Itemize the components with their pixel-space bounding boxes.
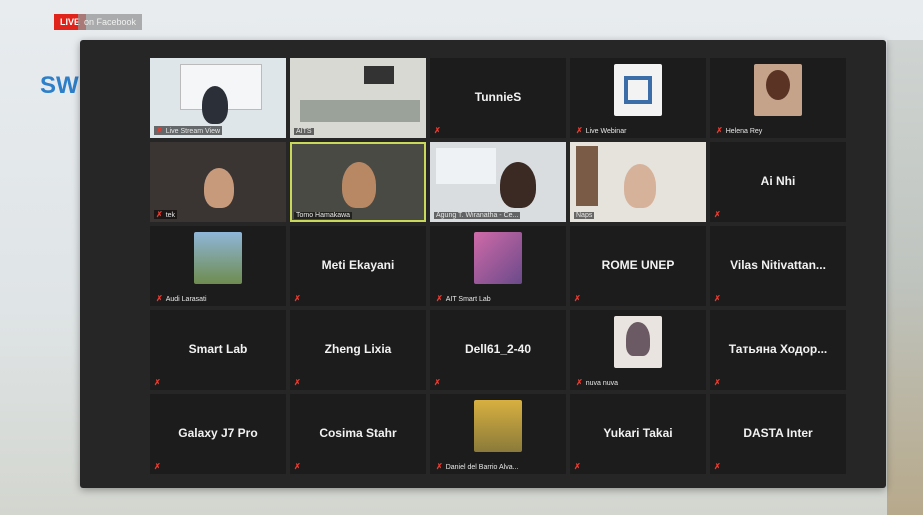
mic-muted-icon: ✗ <box>576 378 583 387</box>
participant-tile[interactable]: Galaxy J7 Pro ✗ <box>150 394 286 474</box>
mic-muted-icon: ✗ <box>716 126 723 135</box>
participant-label: ✗ Live Webinar <box>576 126 627 135</box>
mic-muted-icon: ✗ <box>714 210 721 219</box>
participant-tile[interactable]: DASTA Inter ✗ <box>710 394 846 474</box>
participant-label: ✗ tek <box>154 210 178 219</box>
participant-name: Татьяна Ходор... <box>728 342 828 356</box>
mic-muted-icon: ✗ <box>294 462 301 471</box>
mic-muted-icon: ✗ <box>154 462 161 471</box>
avatar <box>474 232 522 284</box>
avatar <box>194 232 242 284</box>
video-feed <box>290 142 426 222</box>
participant-tile[interactable]: Vilas Nitivattan... ✗ <box>710 226 846 306</box>
participant-name: Cosima Stahr <box>319 426 397 440</box>
mic-muted-icon: ✗ <box>154 378 161 387</box>
mic-muted-icon: ✗ <box>574 294 581 303</box>
mic-muted-icon: ✗ <box>294 378 301 387</box>
participant-tile[interactable]: ✗ Helena Rey <box>710 58 846 138</box>
participant-name: Meti Ekayani <box>321 258 395 272</box>
participant-tile[interactable]: AITS <box>290 58 426 138</box>
participant-label: ✗ Live Stream View <box>154 126 223 135</box>
video-feed <box>290 58 426 138</box>
participant-label: ✗ Audi Larasati <box>156 294 207 303</box>
participant-tile[interactable]: Cosima Stahr ✗ <box>290 394 426 474</box>
participant-name: DASTA Inter <box>743 426 813 440</box>
avatar <box>754 64 802 116</box>
participant-name: Vilas Nitivattan... <box>730 258 826 272</box>
mic-muted-icon: ✗ <box>714 378 721 387</box>
participant-label: Tomo Hamakawa <box>294 212 353 219</box>
participant-label: ✗ AIT Smart Lab <box>436 294 491 303</box>
participant-name: Dell61_2-40 <box>464 342 532 356</box>
participant-name: Galaxy J7 Pro <box>178 426 258 440</box>
avatar <box>474 400 522 452</box>
mic-muted-icon: ✗ <box>156 126 163 135</box>
mic-muted-icon: ✗ <box>294 294 301 303</box>
participant-tile[interactable]: Zheng Lixia ✗ <box>290 310 426 390</box>
mic-muted-icon: ✗ <box>436 462 443 471</box>
participant-tile[interactable]: Ai Nhi ✗ <box>710 142 846 222</box>
participant-grid: ✗ Live Stream View AITS TunnieS ✗ ✗ Live W… <box>148 56 848 476</box>
participant-tile[interactable]: Naps <box>570 142 706 222</box>
avatar <box>614 64 662 116</box>
platform-badge: on Facebook <box>78 14 143 30</box>
participant-tile[interactable]: ✗ Audi Larasati <box>150 226 286 306</box>
participant-tile[interactable]: ✗ nuva nuva <box>570 310 706 390</box>
participant-tile[interactable]: ✗ Live Webinar <box>570 58 706 138</box>
participant-tile[interactable]: Smart Lab ✗ <box>150 310 286 390</box>
participant-tile[interactable]: ✗ AIT Smart Lab <box>430 226 566 306</box>
participant-tile[interactable]: Tomo Hamakawa <box>290 142 426 222</box>
mic-muted-icon: ✗ <box>436 294 443 303</box>
video-feed <box>570 142 706 222</box>
participant-name: Smart Lab <box>188 342 248 356</box>
participant-tile[interactable]: ✗ tek <box>150 142 286 222</box>
mic-muted-icon: ✗ <box>714 294 721 303</box>
mic-muted-icon: ✗ <box>576 126 583 135</box>
mic-muted-icon: ✗ <box>156 210 163 219</box>
background-scene <box>887 40 923 515</box>
participant-label: ✗ Daniel del Barrio Alva... <box>436 462 519 471</box>
mic-muted-icon: ✗ <box>434 378 441 387</box>
avatar <box>614 316 662 368</box>
participant-label: ✗ Helena Rey <box>716 126 763 135</box>
participant-name: TunnieS <box>474 90 522 104</box>
participant-tile[interactable]: ✗ Daniel del Barrio Alva... <box>430 394 566 474</box>
participant-tile[interactable]: Yukari Takai ✗ <box>570 394 706 474</box>
video-feed <box>430 142 566 222</box>
mic-muted-icon: ✗ <box>434 126 441 135</box>
participant-label: AITS <box>294 128 314 135</box>
participant-name: ROME UNEP <box>601 258 675 272</box>
participant-tile[interactable]: Meti Ekayani ✗ <box>290 226 426 306</box>
participant-name: Zheng Lixia <box>324 342 392 356</box>
participant-tile[interactable]: Татьяна Ходор... ✗ <box>710 310 846 390</box>
participant-label: ✗ nuva nuva <box>576 378 619 387</box>
participant-tile[interactable]: Dell61_2-40 ✗ <box>430 310 566 390</box>
mic-muted-icon: ✗ <box>574 462 581 471</box>
participant-name: Ai Nhi <box>760 174 796 188</box>
mic-muted-icon: ✗ <box>714 462 721 471</box>
meeting-screen: ✗ Live Stream View AITS TunnieS ✗ ✗ Live W… <box>80 40 886 488</box>
participant-tile[interactable]: Agung T. Wiranatha - Ce... <box>430 142 566 222</box>
background-logo: SW <box>40 72 79 99</box>
mic-muted-icon: ✗ <box>156 294 163 303</box>
participant-label: Naps <box>574 212 595 219</box>
participant-name: Yukari Takai <box>603 426 673 440</box>
participant-tile[interactable]: TunnieS ✗ <box>430 58 566 138</box>
participant-label: Agung T. Wiranatha - Ce... <box>434 212 521 219</box>
participant-tile[interactable]: ROME UNEP ✗ <box>570 226 706 306</box>
participant-tile[interactable]: ✗ Live Stream View <box>150 58 286 138</box>
